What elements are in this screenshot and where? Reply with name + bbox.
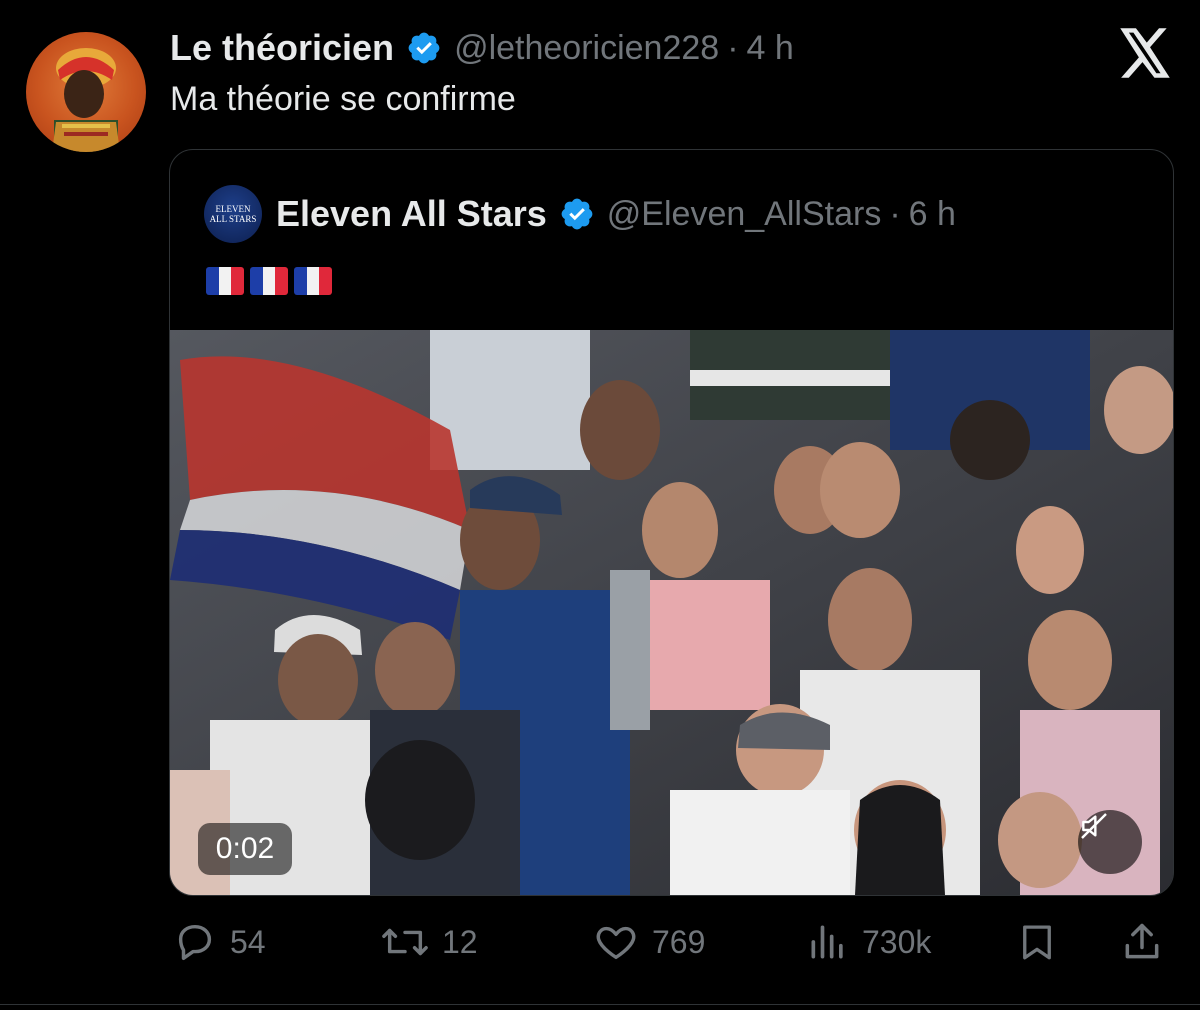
quoted-tweet[interactable]: ELEVEN ALL STARS Eleven All Stars @Eleve… xyxy=(169,149,1174,896)
share-button[interactable] xyxy=(1120,912,1176,972)
quoted-author-name[interactable]: Eleven All Stars xyxy=(276,193,547,235)
like-count: 769 xyxy=(652,923,706,960)
heart-icon xyxy=(596,926,636,960)
video-player[interactable]: 0:02 xyxy=(170,330,1173,895)
quoted-tweet-text xyxy=(206,267,332,295)
share-icon xyxy=(1125,923,1159,959)
quoted-author-handle[interactable]: @Eleven_AllStars xyxy=(607,195,882,234)
verified-badge-icon xyxy=(561,198,593,230)
author-avatar-illustration xyxy=(52,48,120,152)
repost-icon xyxy=(382,928,428,956)
views-button[interactable]: 730k xyxy=(806,912,931,972)
views-count: 730k xyxy=(862,923,932,960)
bookmark-icon xyxy=(1023,925,1051,960)
quoted-tweet-header: ELEVEN ALL STARS Eleven All Stars @Eleve… xyxy=(204,185,956,243)
divider xyxy=(0,1004,1200,1005)
like-button[interactable]: 769 xyxy=(592,912,705,972)
quoted-avatar-text-line2: ALL STARS xyxy=(209,214,257,224)
video-duration: 0:02 xyxy=(198,823,292,875)
muted-speaker-icon xyxy=(1081,813,1107,839)
quoted-tweet-time[interactable]: 6 h xyxy=(909,195,956,234)
mute-toggle-button[interactable] xyxy=(1078,810,1142,874)
tweet-header: Le théoricien @letheoricien228 · 4 h xyxy=(170,24,794,72)
verified-badge-icon xyxy=(408,32,440,64)
tweet-text: Ma théorie se confirme xyxy=(170,80,516,118)
france-flag-emoji xyxy=(250,267,288,295)
tweet-time[interactable]: 4 h xyxy=(747,29,794,68)
dot-separator: · xyxy=(889,194,901,233)
x-logo-icon xyxy=(1120,28,1170,78)
reply-button[interactable]: 54 xyxy=(172,912,266,972)
france-flag-emoji xyxy=(294,267,332,295)
repost-button[interactable]: 12 xyxy=(380,912,478,972)
quoted-author-avatar[interactable]: ELEVEN ALL STARS xyxy=(204,185,262,243)
quoted-avatar-text-line1: ELEVEN xyxy=(215,204,251,214)
views-icon xyxy=(811,925,843,959)
france-flag-emoji xyxy=(206,267,244,295)
bookmark-button[interactable] xyxy=(1016,912,1070,972)
video-frame-crowd xyxy=(170,330,1173,895)
reply-icon xyxy=(178,924,212,961)
tweet-action-bar: 54 12 769 730k xyxy=(0,912,1200,972)
dot-separator: · xyxy=(727,28,739,67)
author-handle[interactable]: @letheoricien228 xyxy=(454,29,719,68)
author-avatar[interactable] xyxy=(26,32,146,152)
author-name[interactable]: Le théoricien xyxy=(170,27,394,69)
reply-count: 54 xyxy=(230,923,266,960)
repost-count: 12 xyxy=(442,923,478,960)
